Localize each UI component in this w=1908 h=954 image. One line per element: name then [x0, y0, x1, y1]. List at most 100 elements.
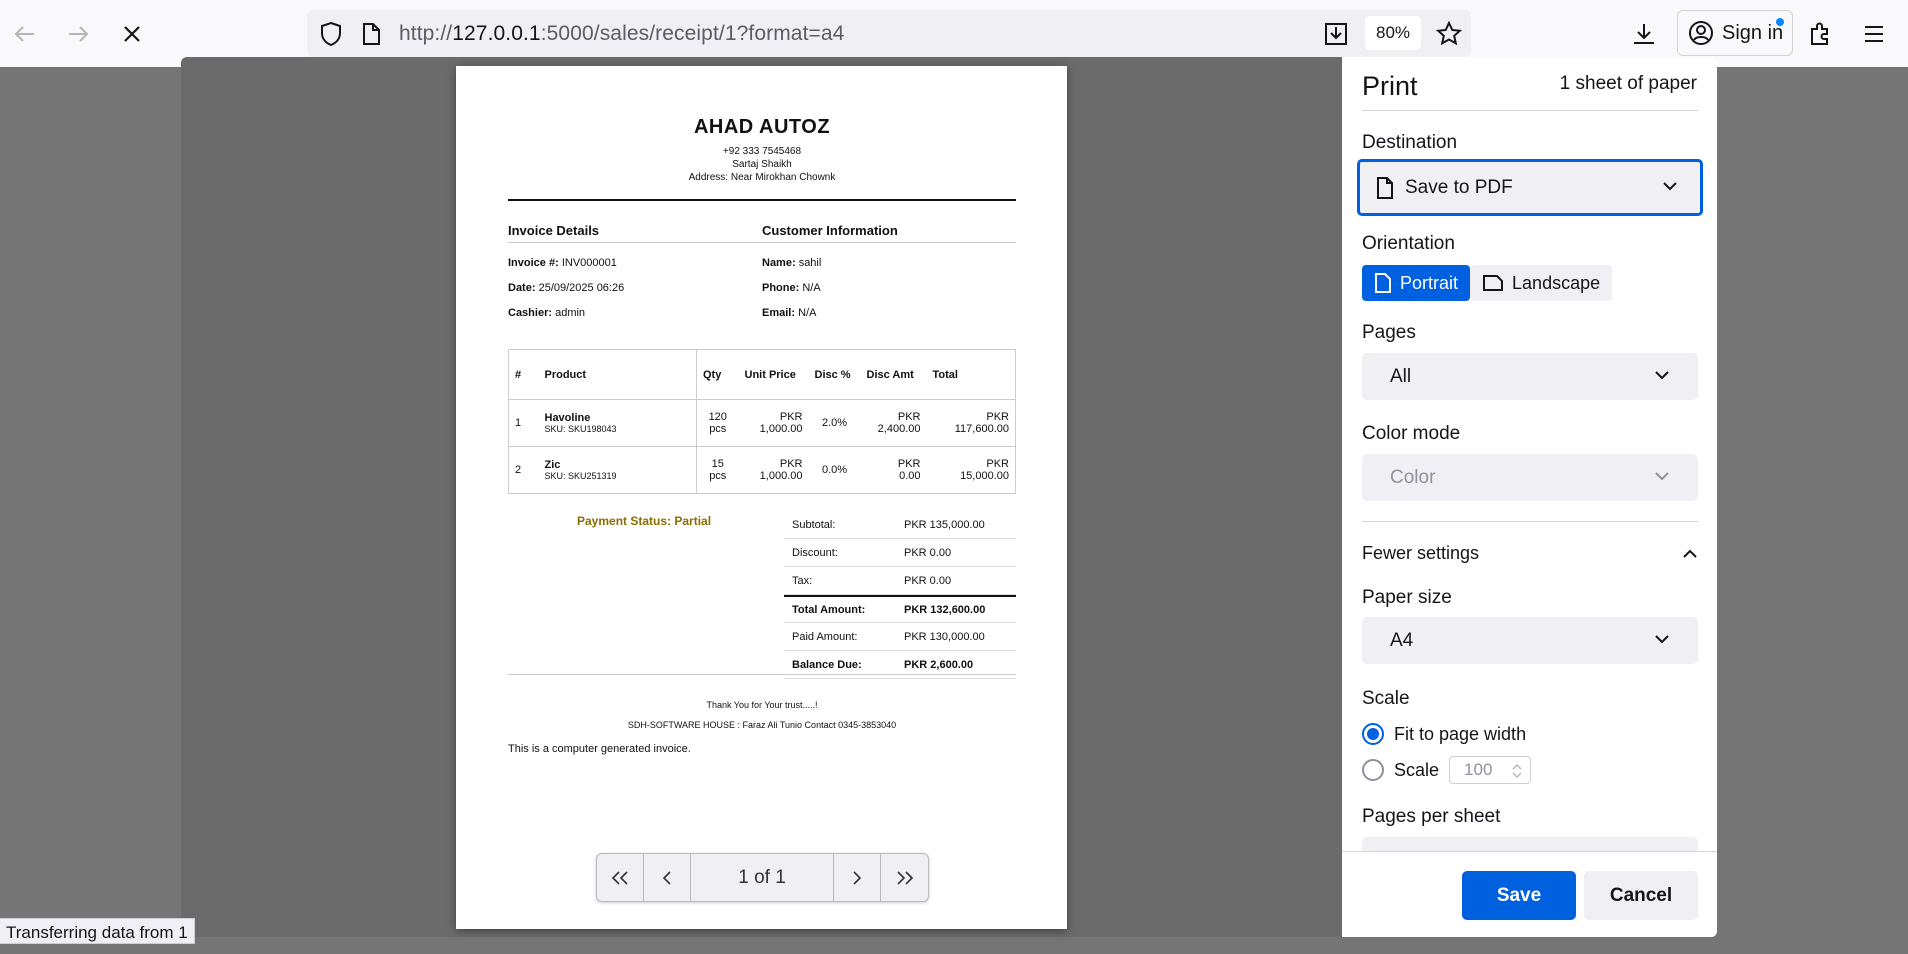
items-table: # Product Qty Unit Price Disc % Disc Amt… — [508, 349, 1016, 494]
customer-info: Customer Information Name: sahil Phone: … — [762, 223, 1016, 319]
chevron-left-icon — [662, 870, 671, 885]
total-row: Subtotal: PKR 135,000.00 — [784, 511, 1016, 539]
menu-button[interactable] — [1854, 14, 1894, 54]
cell-disc-pct: 0.0% — [808, 446, 861, 494]
orientation-toggle: Portrait Landscape — [1362, 265, 1613, 301]
fewer-settings-toggle[interactable]: Fewer settings — [1362, 543, 1698, 564]
summary-section: Payment Status: Partial Subtotal: PKR 135… — [508, 494, 1016, 679]
customer-info-heading: Customer Information — [762, 223, 1016, 243]
save-button[interactable]: Save — [1462, 871, 1576, 920]
generated-note: This is a computer generated invoice. — [508, 743, 691, 755]
radio-selected — [1362, 723, 1384, 745]
shop-owner: Sartaj Shaikh — [732, 159, 792, 170]
next-page-button[interactable] — [834, 854, 881, 901]
spinner-icon — [1512, 764, 1522, 778]
cell-price: PKR 1,000.00 — [738, 399, 809, 447]
invoice-details: Invoice Details Invoice #: INV000001 Dat… — [508, 223, 762, 319]
print-title: Print — [1362, 71, 1418, 101]
chevron-down-icon — [1655, 371, 1669, 380]
paper-size-select[interactable]: A4 — [1362, 617, 1698, 664]
sign-in-label: Sign in — [1722, 21, 1784, 44]
notification-dot — [1776, 18, 1784, 26]
status-bar: Transferring data from 1 — [0, 918, 195, 944]
stop-button[interactable] — [112, 14, 152, 54]
landscape-button[interactable]: Landscape — [1470, 265, 1613, 301]
total-row: Total Amount: PKR 132,600.00 — [784, 595, 1016, 623]
forward-arrow-icon — [69, 26, 89, 42]
paper-size-label: Paper size — [1362, 587, 1452, 608]
cashier-row: Cashier: admin — [508, 307, 586, 319]
panel-divider — [1362, 521, 1698, 522]
cell-index: 2 — [508, 446, 539, 494]
total-row: Paid Amount: PKR 130,000.00 — [784, 623, 1016, 651]
save-page-icon[interactable] — [1323, 21, 1349, 47]
last-page-button[interactable] — [881, 854, 928, 901]
scale-input[interactable]: 100 — [1449, 756, 1532, 784]
color-mode-select[interactable]: Color — [1362, 454, 1698, 501]
first-page-button[interactable] — [597, 854, 644, 901]
cell-qty: 120 pcs — [696, 399, 739, 447]
extensions-button[interactable] — [1800, 14, 1840, 54]
portrait-label: Portrait — [1400, 272, 1459, 293]
cell-index: 1 — [508, 399, 539, 447]
chevron-down-icon — [1655, 472, 1669, 481]
portrait-page-icon — [1375, 273, 1391, 293]
fit-to-width-radio[interactable]: Fit to page width — [1362, 723, 1526, 745]
totals-table: Subtotal: PKR 135,000.00 Discount: PKR 0.0… — [784, 511, 1016, 679]
landscape-label: Landscape — [1512, 272, 1601, 293]
scale-label: Scale — [1362, 688, 1410, 709]
header-divider — [508, 199, 1016, 201]
sheet-count: 1 sheet of paper — [1559, 73, 1697, 94]
cell-total: PKR 117,600.00 — [926, 399, 1016, 447]
invoice-header: AHAD AUTOZ +92 333 7545468 Sartaj Shaikh… — [508, 116, 1016, 184]
info-columns: Invoice Details Invoice #: INV000001 Dat… — [508, 223, 1016, 319]
destination-value: Save to PDF — [1405, 176, 1513, 198]
shop-name: AHAD AUTOZ — [693, 116, 831, 138]
forward-button[interactable] — [58, 14, 98, 54]
landscape-page-icon — [1483, 275, 1504, 291]
url-bar[interactable]: http://127.0.0.1:5000/sales/receipt/1?fo… — [307, 10, 1471, 57]
invoice-details-heading: Invoice Details — [508, 223, 762, 243]
cell-product: Zic SKU: SKU251319 — [538, 446, 697, 494]
pages-value: All — [1390, 365, 1412, 387]
preview-sheet: AHAD AUTOZ +92 333 7545468 Sartaj Shaikh… — [456, 66, 1067, 929]
fewer-settings-label: Fewer settings — [1362, 543, 1480, 563]
portrait-button[interactable]: Portrait — [1362, 265, 1471, 301]
downloads-button[interactable] — [1624, 14, 1664, 54]
double-chevron-left-icon — [611, 870, 628, 885]
invoice: AHAD AUTOZ +92 333 7545468 Sartaj Shaikh… — [508, 116, 1016, 755]
cell-total: PKR 15,000.00 — [926, 446, 1016, 494]
customer-email-row: Email: N/A — [762, 307, 817, 319]
sign-in-button[interactable]: Sign in — [1677, 10, 1793, 56]
zoom-level[interactable]: 80% — [1365, 16, 1421, 50]
orientation-label: Orientation — [1362, 233, 1455, 254]
scale-value: 100 — [1464, 760, 1493, 779]
cell-price: PKR 1,000.00 — [738, 446, 809, 494]
invoice-number-row: Invoice #: INV000001 — [508, 257, 617, 269]
hamburger-menu-icon — [1865, 26, 1883, 42]
col-header: Product — [538, 349, 697, 400]
pages-label: Pages — [1362, 322, 1416, 343]
back-button[interactable] — [5, 14, 45, 54]
panel-divider — [1362, 110, 1698, 111]
shop-address: Address: Near Mirokhan Chownk — [688, 172, 836, 183]
pages-select[interactable]: All — [1362, 353, 1698, 400]
double-chevron-right-icon — [896, 870, 913, 885]
print-panel: Print 1 sheet of paper Destination Save … — [1342, 57, 1717, 937]
chevron-down-icon — [1663, 182, 1677, 191]
col-header: Disc Amt — [866, 368, 914, 381]
cell-disc-amt: PKR 0.00 — [860, 446, 927, 494]
col-header: Total — [932, 368, 958, 381]
prev-page-button[interactable] — [644, 854, 691, 901]
total-row: Discount: PKR 0.00 — [784, 539, 1016, 567]
total-row: Tax: PKR 0.00 — [784, 567, 1016, 595]
destination-select[interactable]: Save to PDF — [1357, 159, 1703, 216]
custom-scale-radio[interactable]: Scale 100 — [1362, 756, 1532, 784]
cancel-button[interactable]: Cancel — [1584, 871, 1698, 920]
invoice-date-row: Date: 25/09/2025 06:26 — [508, 282, 625, 294]
puzzle-icon — [1811, 22, 1828, 45]
destination-label: Destination — [1362, 132, 1458, 153]
payment-status: Payment Status: Partial — [577, 514, 712, 528]
bookmark-star-icon[interactable] — [1435, 20, 1463, 48]
chevron-up-icon — [1683, 549, 1697, 558]
